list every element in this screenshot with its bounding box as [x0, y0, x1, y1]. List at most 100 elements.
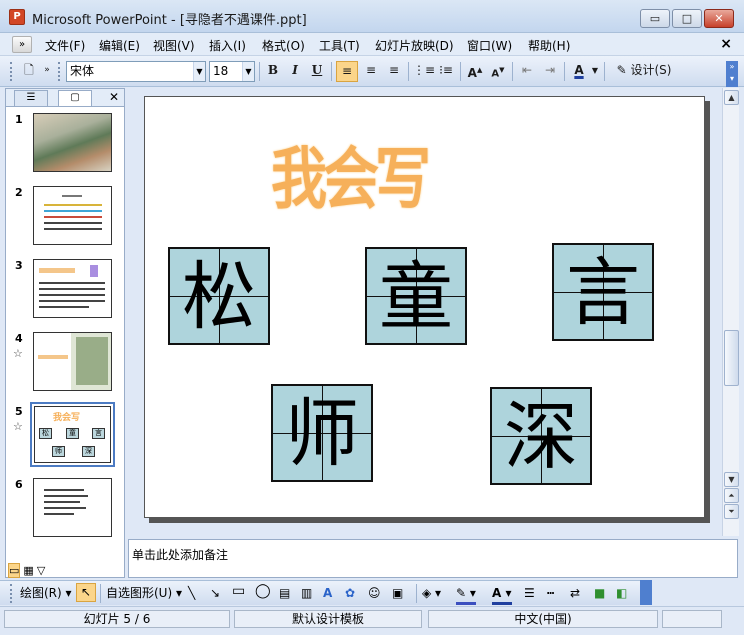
shadow-style-icon[interactable]: ■ [594, 585, 605, 602]
tianzige-cell[interactable]: 童 [365, 247, 467, 345]
autoshapes-menu-button[interactable]: 自选图形(U) ▾ [106, 585, 182, 602]
fill-color-icon[interactable]: ◈ ▾ [422, 585, 441, 602]
slide-title[interactable]: 我会写 [271, 125, 431, 222]
oval-tool-icon[interactable]: ◯ [255, 583, 271, 600]
picture-icon[interactable]: ▣ [392, 585, 403, 602]
toolbar-grip[interactable] [10, 62, 13, 81]
menu-file[interactable]: 文件(F) [45, 37, 85, 54]
thumb-char-cell: 师 [52, 446, 65, 457]
menu-format[interactable]: 格式(O) [262, 37, 305, 54]
3d-style-icon[interactable]: ◧ [616, 585, 627, 602]
tab-outline[interactable]: ☰ [14, 90, 48, 106]
toolbar-grip[interactable] [10, 584, 13, 603]
minimize-button[interactable]: ▭ [640, 9, 670, 28]
tianzige-cell[interactable]: 松 [168, 247, 270, 345]
slide-sorter-view-icon[interactable]: ▦ [23, 564, 33, 577]
close-panel-icon[interactable]: ✕ [109, 90, 119, 104]
decrease-font-size-icon[interactable]: A▼ [488, 61, 508, 82]
italic-button[interactable]: I [286, 61, 304, 82]
toolbar-options-icon[interactable]: » ▾ [726, 61, 738, 87]
textbox-tool-icon[interactable]: ▤ [279, 585, 290, 602]
slide-editing-area: 我会写 松 童 言 师 深 [128, 88, 722, 536]
current-slide[interactable]: 我会写 松 童 言 师 深 [144, 96, 705, 518]
powerpoint-app-icon[interactable]: P [9, 9, 25, 25]
slide-thumbnail-1[interactable] [33, 113, 112, 172]
diagram-icon[interactable]: ✿ [345, 585, 355, 602]
close-window-button[interactable]: ✕ [704, 9, 734, 28]
slide-thumbnail-3[interactable] [33, 259, 112, 318]
new-document-icon[interactable]: 🗋 [20, 61, 38, 82]
panel-tabs: ☰ ▢ ✕ [6, 89, 124, 107]
toolbar-options-icon[interactable]: » [12, 36, 32, 53]
scroll-up-icon[interactable]: ▲ [724, 90, 739, 105]
scroll-down-icon[interactable]: ▼ [724, 472, 739, 487]
close-document-button[interactable]: × [720, 36, 732, 52]
window-title: Microsoft PowerPoint - [寻隐者不遇课件.ppt] [32, 13, 307, 28]
tab-slides[interactable]: ▢ [58, 90, 92, 106]
menu-window[interactable]: 窗口(W) [467, 37, 512, 54]
bulleted-list-icon[interactable]: ⁝≡ [436, 61, 456, 82]
normal-view-icon[interactable]: ▭ [8, 563, 21, 578]
increase-font-size-icon[interactable]: A▲ [465, 61, 485, 82]
tianzige-cell[interactable]: 深 [490, 387, 592, 485]
toolbar-options-icon[interactable] [640, 580, 652, 605]
menu-slideshow[interactable]: 幻灯片放映(D) [375, 37, 454, 54]
toolbar-grip[interactable] [58, 62, 61, 81]
align-right-icon[interactable]: ≡ [384, 61, 404, 82]
line-style-icon[interactable]: ☰ [524, 585, 535, 602]
draw-menu-button[interactable]: 绘图(R) ▾ [20, 585, 72, 602]
font-name-select[interactable]: 宋体 ▼ [66, 61, 206, 82]
notes-pane[interactable]: 单击此处添加备注 [128, 539, 738, 578]
design-button[interactable]: ✎ 设计(S) [609, 61, 679, 82]
clipart-icon[interactable]: ☺ [368, 585, 381, 602]
numbered-list-icon[interactable]: ⋮≡ [413, 61, 435, 82]
menu-view[interactable]: 视图(V) [153, 37, 195, 54]
arrow-style-icon[interactable]: ⇄ [570, 585, 580, 602]
menu-help[interactable]: 帮助(H) [528, 37, 570, 54]
dash-style-icon[interactable]: ┅ [547, 585, 554, 602]
font-color-icon[interactable]: A [569, 61, 589, 82]
font-name-value: 宋体 [70, 64, 95, 78]
rectangle-tool-icon[interactable]: ▭ [232, 583, 245, 600]
chevron-down-icon[interactable]: ▼ [242, 62, 254, 81]
previous-slide-icon[interactable]: ⏶ [724, 488, 739, 503]
slide-thumbnail-5[interactable]: 我会写 松 童 言 师 深 [30, 402, 115, 467]
wordart-icon[interactable]: A [323, 585, 332, 602]
menu-tools[interactable]: 工具(T) [319, 37, 360, 54]
underline-button[interactable]: U [308, 61, 326, 82]
align-center-icon[interactable]: ≡ [361, 61, 381, 82]
decrease-indent-icon[interactable]: ⇤ [517, 61, 537, 82]
thumb-char-cell: 童 [66, 428, 79, 439]
vertical-scrollbar[interactable]: ▲ ▼ ⏶ ⏷ [722, 88, 739, 536]
menu-insert[interactable]: 插入(I) [209, 37, 246, 54]
slideshow-view-icon[interactable]: ▽ [37, 564, 45, 577]
select-objects-icon[interactable]: ↖ [76, 583, 96, 602]
status-extra [662, 610, 722, 628]
font-color-icon[interactable]: A ▾ [492, 585, 512, 605]
language-status[interactable]: 中文(中国) [428, 610, 658, 628]
scroll-thumb[interactable] [724, 330, 739, 386]
line-color-icon[interactable]: ✎ ▾ [456, 585, 476, 605]
bold-button[interactable]: B [264, 61, 282, 82]
slide-thumbnail-4[interactable] [33, 332, 112, 391]
next-slide-icon[interactable]: ⏷ [724, 504, 739, 519]
chevron-down-icon[interactable]: ▼ [590, 61, 600, 82]
line-tool-icon[interactable]: ╲ [188, 585, 195, 602]
arrow-tool-icon[interactable]: ↘ [210, 585, 220, 602]
design-template-status[interactable]: 默认设计模板 [234, 610, 422, 628]
menu-edit[interactable]: 编辑(E) [99, 37, 140, 54]
slide-thumbnail-6[interactable] [33, 478, 112, 537]
align-left-icon[interactable]: ≡ [336, 61, 358, 82]
maximize-button[interactable]: □ [672, 9, 702, 28]
toolbar-options-icon[interactable]: » [42, 61, 52, 82]
vertical-textbox-icon[interactable]: ▥ [301, 585, 312, 602]
chevron-down-icon[interactable]: ▼ [193, 62, 205, 81]
notes-placeholder[interactable]: 单击此处添加备注 [132, 546, 228, 563]
tianzige-cell[interactable]: 师 [271, 384, 373, 482]
font-size-select[interactable]: 18 ▼ [209, 61, 255, 82]
tianzige-cell[interactable]: 言 [552, 243, 654, 341]
char-shi: 师 [285, 391, 359, 477]
slide-thumbnail-2[interactable] [33, 186, 112, 245]
char-yan: 言 [566, 250, 640, 336]
increase-indent-icon[interactable]: ⇥ [540, 61, 560, 82]
